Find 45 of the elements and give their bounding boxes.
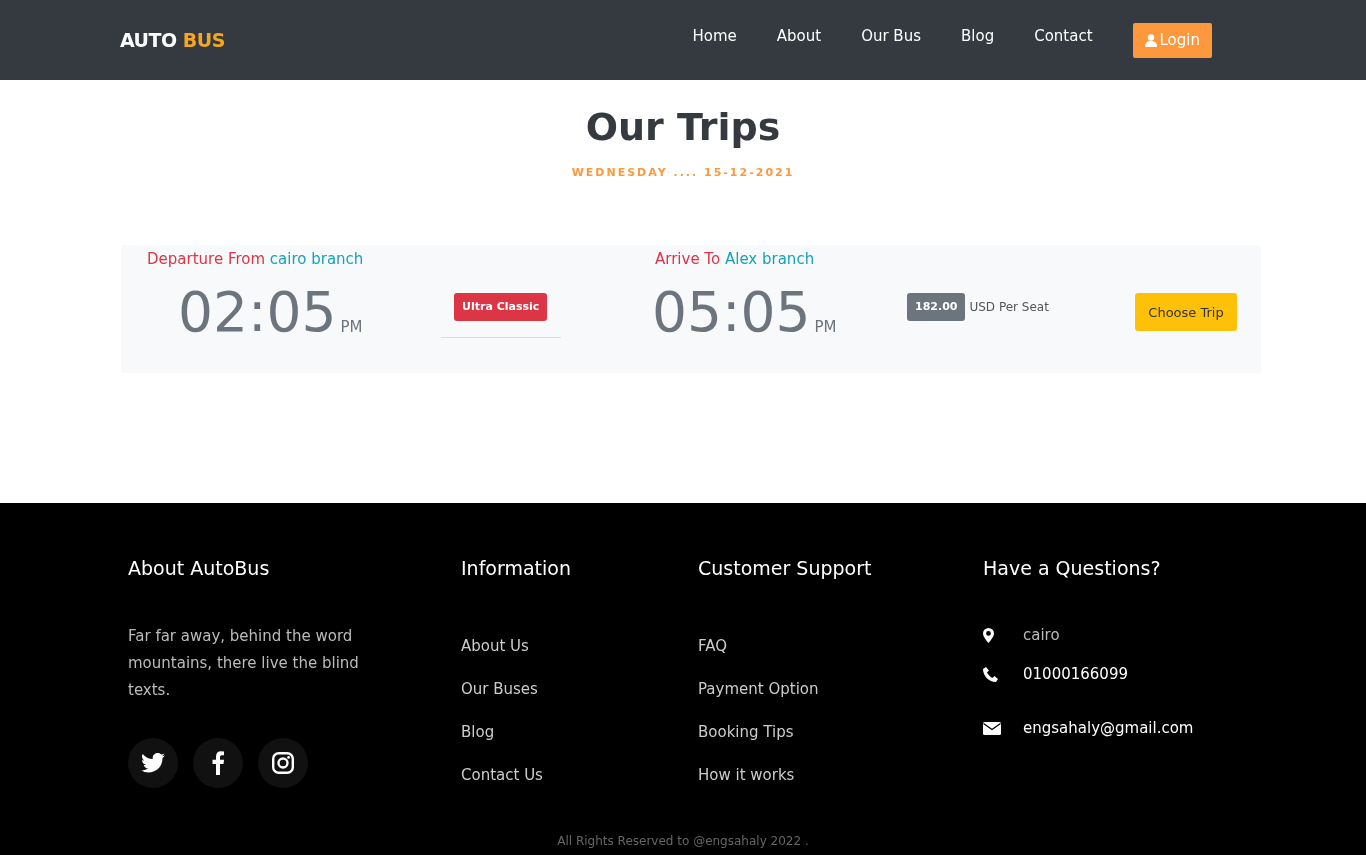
user-icon — [1144, 33, 1157, 47]
footer-heading: About AutoBus — [128, 557, 271, 579]
price-unit-text: USD Per Seat — [969, 300, 1049, 314]
footer-link[interactable]: How it works — [698, 764, 795, 786]
contact-text: 01000166099 — [1023, 665, 1128, 683]
contact-text: cairo — [1023, 626, 1060, 644]
social-button[interactable] — [193, 738, 243, 788]
time-text: 02:05 — [178, 282, 337, 342]
map-pin-icon — [983, 627, 994, 643]
nav-link[interactable]: Contact — [1014, 27, 1113, 45]
about-text: Far far away, behind the word mountains, there live the blind texts. — [128, 626, 360, 701]
nav-link[interactable]: Our Bus — [841, 27, 941, 45]
social-button[interactable] — [128, 738, 178, 788]
letter-f-icon — [212, 751, 224, 775]
camera-icon — [272, 752, 294, 774]
copyright-text: All Rights Reserved to @engsahaly 2022 . — [557, 834, 809, 848]
phone-icon — [983, 666, 998, 682]
footer-link[interactable]: Payment Option — [698, 678, 819, 700]
class-badge: Ultra Classic — [454, 293, 548, 321]
departure-text: Departure From cairo branch — [147, 250, 364, 268]
period-text: PM — [340, 318, 363, 336]
arrival-text: Arrive To Alex branch — [655, 250, 815, 268]
social-button[interactable] — [258, 738, 308, 788]
price-badge: 182.00 — [907, 293, 966, 321]
footer-heading: Have a Questions? — [983, 557, 1162, 579]
page-title: Our Trips — [584, 104, 782, 151]
footer-link[interactable]: Booking Tips — [698, 721, 794, 743]
nav-link[interactable]: Blog — [941, 27, 1015, 45]
contact-text: engsahaly@gmail.com — [1023, 719, 1194, 737]
time-text: 05:05 — [652, 282, 811, 342]
bird-icon — [141, 753, 165, 773]
footer-link[interactable]: About Us — [461, 635, 529, 657]
footer-heading: Customer Support — [698, 557, 873, 579]
date-text: WEDNESDAY .... 15-12-2021 — [571, 166, 795, 179]
footer-heading: Information — [461, 557, 572, 579]
footer-link[interactable]: Contact Us — [461, 764, 543, 786]
footer-link[interactable]: FAQ — [698, 635, 728, 657]
envelope-icon — [983, 721, 1001, 735]
nav-link[interactable]: About — [756, 27, 842, 45]
nav-link[interactable]: Home — [672, 27, 757, 45]
footer-link[interactable]: Blog — [461, 721, 495, 743]
period-text: PM — [814, 318, 837, 336]
choose-trip-button[interactable]: Choose Trip — [1135, 293, 1237, 331]
logo-text[interactable]: AUTO BUS — [120, 29, 225, 51]
footer-link[interactable]: Our Buses — [461, 678, 538, 700]
